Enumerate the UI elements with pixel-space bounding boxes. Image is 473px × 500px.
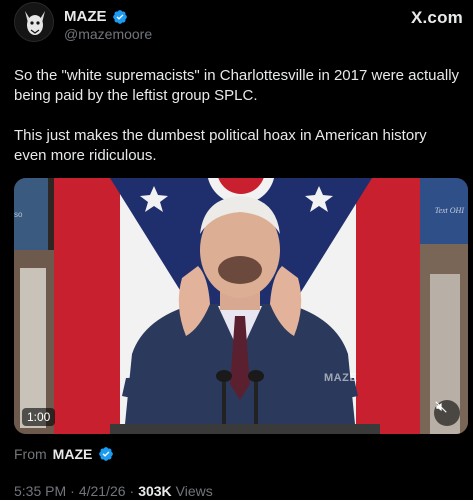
meta-separator: · [70, 483, 75, 499]
video-source: From MAZE [14, 446, 114, 462]
site-logo: X.com [410, 8, 463, 27]
mute-button[interactable] [434, 400, 460, 426]
post-paragraph: So the "white supremacists" in Charlotte… [14, 67, 460, 104]
video-player[interactable]: so Text OHI MAZE 1:00 [14, 178, 468, 434]
author-display-name[interactable]: MAZE [64, 8, 107, 25]
muted-speaker-icon [435, 401, 447, 413]
meta-separator: · [129, 483, 135, 499]
source-account-name[interactable]: MAZE [53, 446, 93, 462]
video-duration: 1:00 [22, 408, 56, 426]
post-metadata: 5:35 PM · 4/21/26 · 303K Views [14, 483, 213, 499]
video-sign-text-right: Text OHI [434, 206, 464, 215]
post-time[interactable]: 5:35 PM [14, 483, 66, 499]
post-header: MAZE @mazemoore X.com [14, 2, 463, 46]
video-sign-text-left: so [14, 210, 23, 219]
post-paragraph: This just makes the dumbest political ho… [14, 127, 427, 164]
video-watermark: MAZE [324, 372, 358, 384]
author-avatar[interactable] [14, 2, 54, 42]
views-label: Views [175, 483, 213, 499]
verified-badge-icon [99, 447, 114, 461]
post-body: So the "white supremacists" in Charlotte… [14, 66, 463, 186]
views-count: 303K [138, 483, 172, 499]
video-frame [14, 178, 468, 434]
author-handle[interactable]: @mazemoore [64, 26, 152, 42]
post-date[interactable]: 4/21/26 [79, 483, 126, 499]
verified-badge-icon [112, 9, 127, 24]
from-label: From [14, 446, 47, 462]
avatar-image [15, 3, 53, 41]
